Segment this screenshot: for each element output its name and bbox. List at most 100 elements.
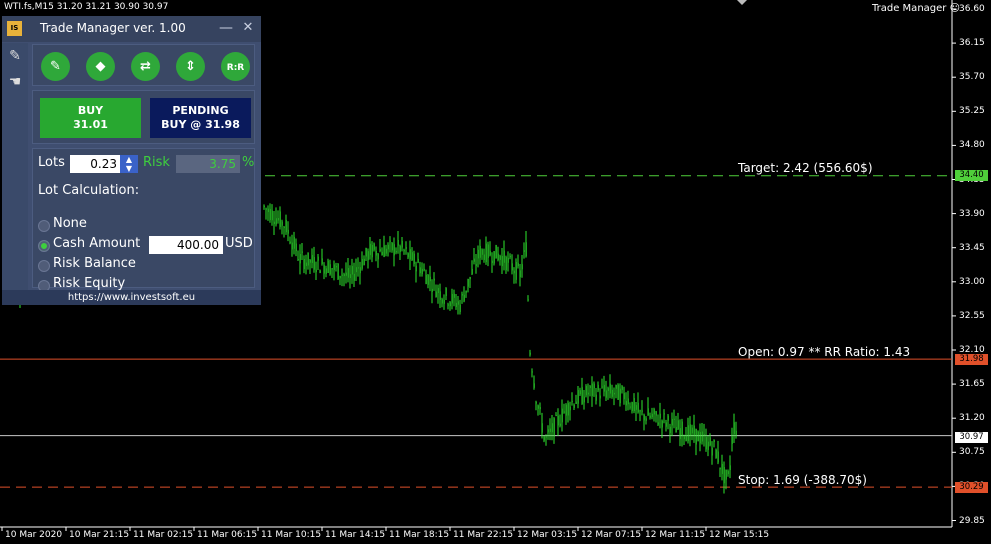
candle-body: [615, 385, 617, 389]
candle-body: [639, 410, 641, 412]
candle-body: [693, 425, 695, 437]
candle-body: [297, 258, 299, 260]
candle-body: [291, 242, 293, 250]
candle-body: [329, 264, 331, 275]
price-tick-label: 32.55: [959, 310, 985, 321]
buy-label: BUY: [77, 104, 104, 117]
candle-body: [285, 219, 287, 233]
candle-body: [671, 418, 673, 426]
candle-body: [399, 246, 401, 252]
eraser-tool-button[interactable]: ◆: [86, 52, 115, 81]
candle-body: [305, 262, 307, 266]
rr-tool-button[interactable]: R:R: [221, 52, 250, 81]
candle-body: [389, 240, 391, 242]
range-icon: ⇕: [185, 59, 196, 74]
reverse-tool-button[interactable]: ⇄: [131, 52, 160, 81]
candle-body: [557, 415, 559, 426]
option-label[interactable]: Risk Balance: [53, 256, 136, 271]
candle-body: [341, 274, 343, 276]
candle-body: [481, 249, 483, 255]
stop-line-label: Stop: 1.69 (-388.70$): [738, 473, 867, 487]
candle-body: [473, 258, 475, 262]
candle-body: [497, 253, 499, 261]
option-label[interactable]: Risk Equity: [53, 276, 125, 291]
candle-body: [451, 293, 453, 304]
candle-body: [363, 258, 365, 266]
risk-input[interactable]: 3.75: [176, 155, 240, 173]
candle-body: [385, 248, 387, 254]
candle-body: [647, 408, 649, 416]
candle-body: [543, 436, 545, 441]
website-link[interactable]: https://www.investsoft.eu: [2, 290, 261, 305]
radio-risk-balance[interactable]: [38, 260, 50, 272]
candle-body: [357, 267, 359, 269]
radio-none[interactable]: [38, 220, 50, 232]
option-label[interactable]: None: [53, 216, 87, 231]
range-tool-button[interactable]: ⇕: [176, 52, 205, 81]
panel-header[interactable]: IS Trade Manager ver. 1.00 — ✕: [2, 16, 261, 42]
radio-cash-amount[interactable]: [38, 240, 50, 252]
time-tick-label: 11 Mar 10:15: [261, 530, 322, 540]
candle-body: [569, 406, 571, 411]
candle-body: [657, 422, 659, 425]
pending-button[interactable]: PENDING BUY @ 31.98: [150, 98, 251, 138]
candle-body: [301, 251, 303, 253]
candle-body: [587, 392, 589, 395]
pencil-tool-button[interactable]: ✎: [41, 52, 70, 81]
candle-body: [655, 411, 657, 416]
candle-body: [577, 390, 579, 404]
candle-body: [507, 257, 509, 263]
candle-body: [281, 221, 283, 226]
buy-button[interactable]: BUY 31.01: [40, 98, 141, 138]
candle-body: [703, 434, 705, 436]
candle-body: [631, 402, 633, 412]
candle-body: [439, 291, 441, 300]
target-price-tag: 34.40: [955, 170, 988, 181]
candle-body: [511, 263, 513, 271]
minimize-button[interactable]: —: [218, 19, 234, 37]
candle-body: [295, 243, 297, 252]
candle-body: [547, 429, 549, 433]
candle-body: [535, 401, 537, 404]
reverse-icon: ⇄: [140, 59, 151, 74]
candle-body: [339, 276, 341, 279]
order-row: BUY 31.01 PENDING BUY @ 31.98: [32, 90, 255, 144]
candle-body: [411, 252, 413, 261]
candle-body: [479, 245, 481, 258]
candle-body: [513, 270, 515, 274]
candle-body: [287, 229, 289, 234]
candle-body: [421, 268, 423, 275]
candle-body: [455, 302, 457, 307]
candle-body: [649, 415, 651, 418]
candle-body: [661, 420, 663, 428]
time-tick-label: 12 Mar 11:15: [645, 530, 706, 540]
logo-icon: IS: [7, 21, 22, 36]
lots-input[interactable]: 0.23: [70, 155, 120, 173]
candle-body: [527, 299, 529, 301]
candle-body: [347, 268, 349, 278]
candle-body: [697, 431, 699, 442]
edit-order-icon[interactable]: ✎: [6, 47, 24, 65]
candle-body: [583, 396, 585, 403]
candle-body: [503, 250, 505, 263]
candle-body: [663, 413, 665, 415]
candle-body: [367, 251, 369, 261]
candle-body: [633, 398, 635, 412]
candle-body: [311, 255, 313, 263]
candle-body: [517, 263, 519, 267]
candle-body: [263, 205, 265, 208]
hand-icon[interactable]: ☚: [6, 73, 24, 91]
lots-stepper[interactable]: ▲ ▼: [120, 155, 138, 173]
candle-body: [563, 411, 565, 413]
risk-label: Risk: [143, 155, 170, 170]
close-button[interactable]: ✕: [240, 19, 256, 37]
candle-body: [373, 243, 375, 250]
time-tick-label: 11 Mar 22:15: [453, 530, 514, 540]
symbol-info: WTI.fs,M15 31.20 31.21 30.90 30.97: [4, 2, 169, 12]
cash-amount-input[interactable]: 400.00: [149, 236, 223, 254]
candle-body: [275, 218, 277, 225]
target-line-label: Target: 2.42 (556.60$): [738, 161, 873, 175]
option-label[interactable]: Cash Amount: [53, 236, 140, 251]
candle-body: [303, 259, 305, 270]
candle-body: [423, 268, 425, 271]
